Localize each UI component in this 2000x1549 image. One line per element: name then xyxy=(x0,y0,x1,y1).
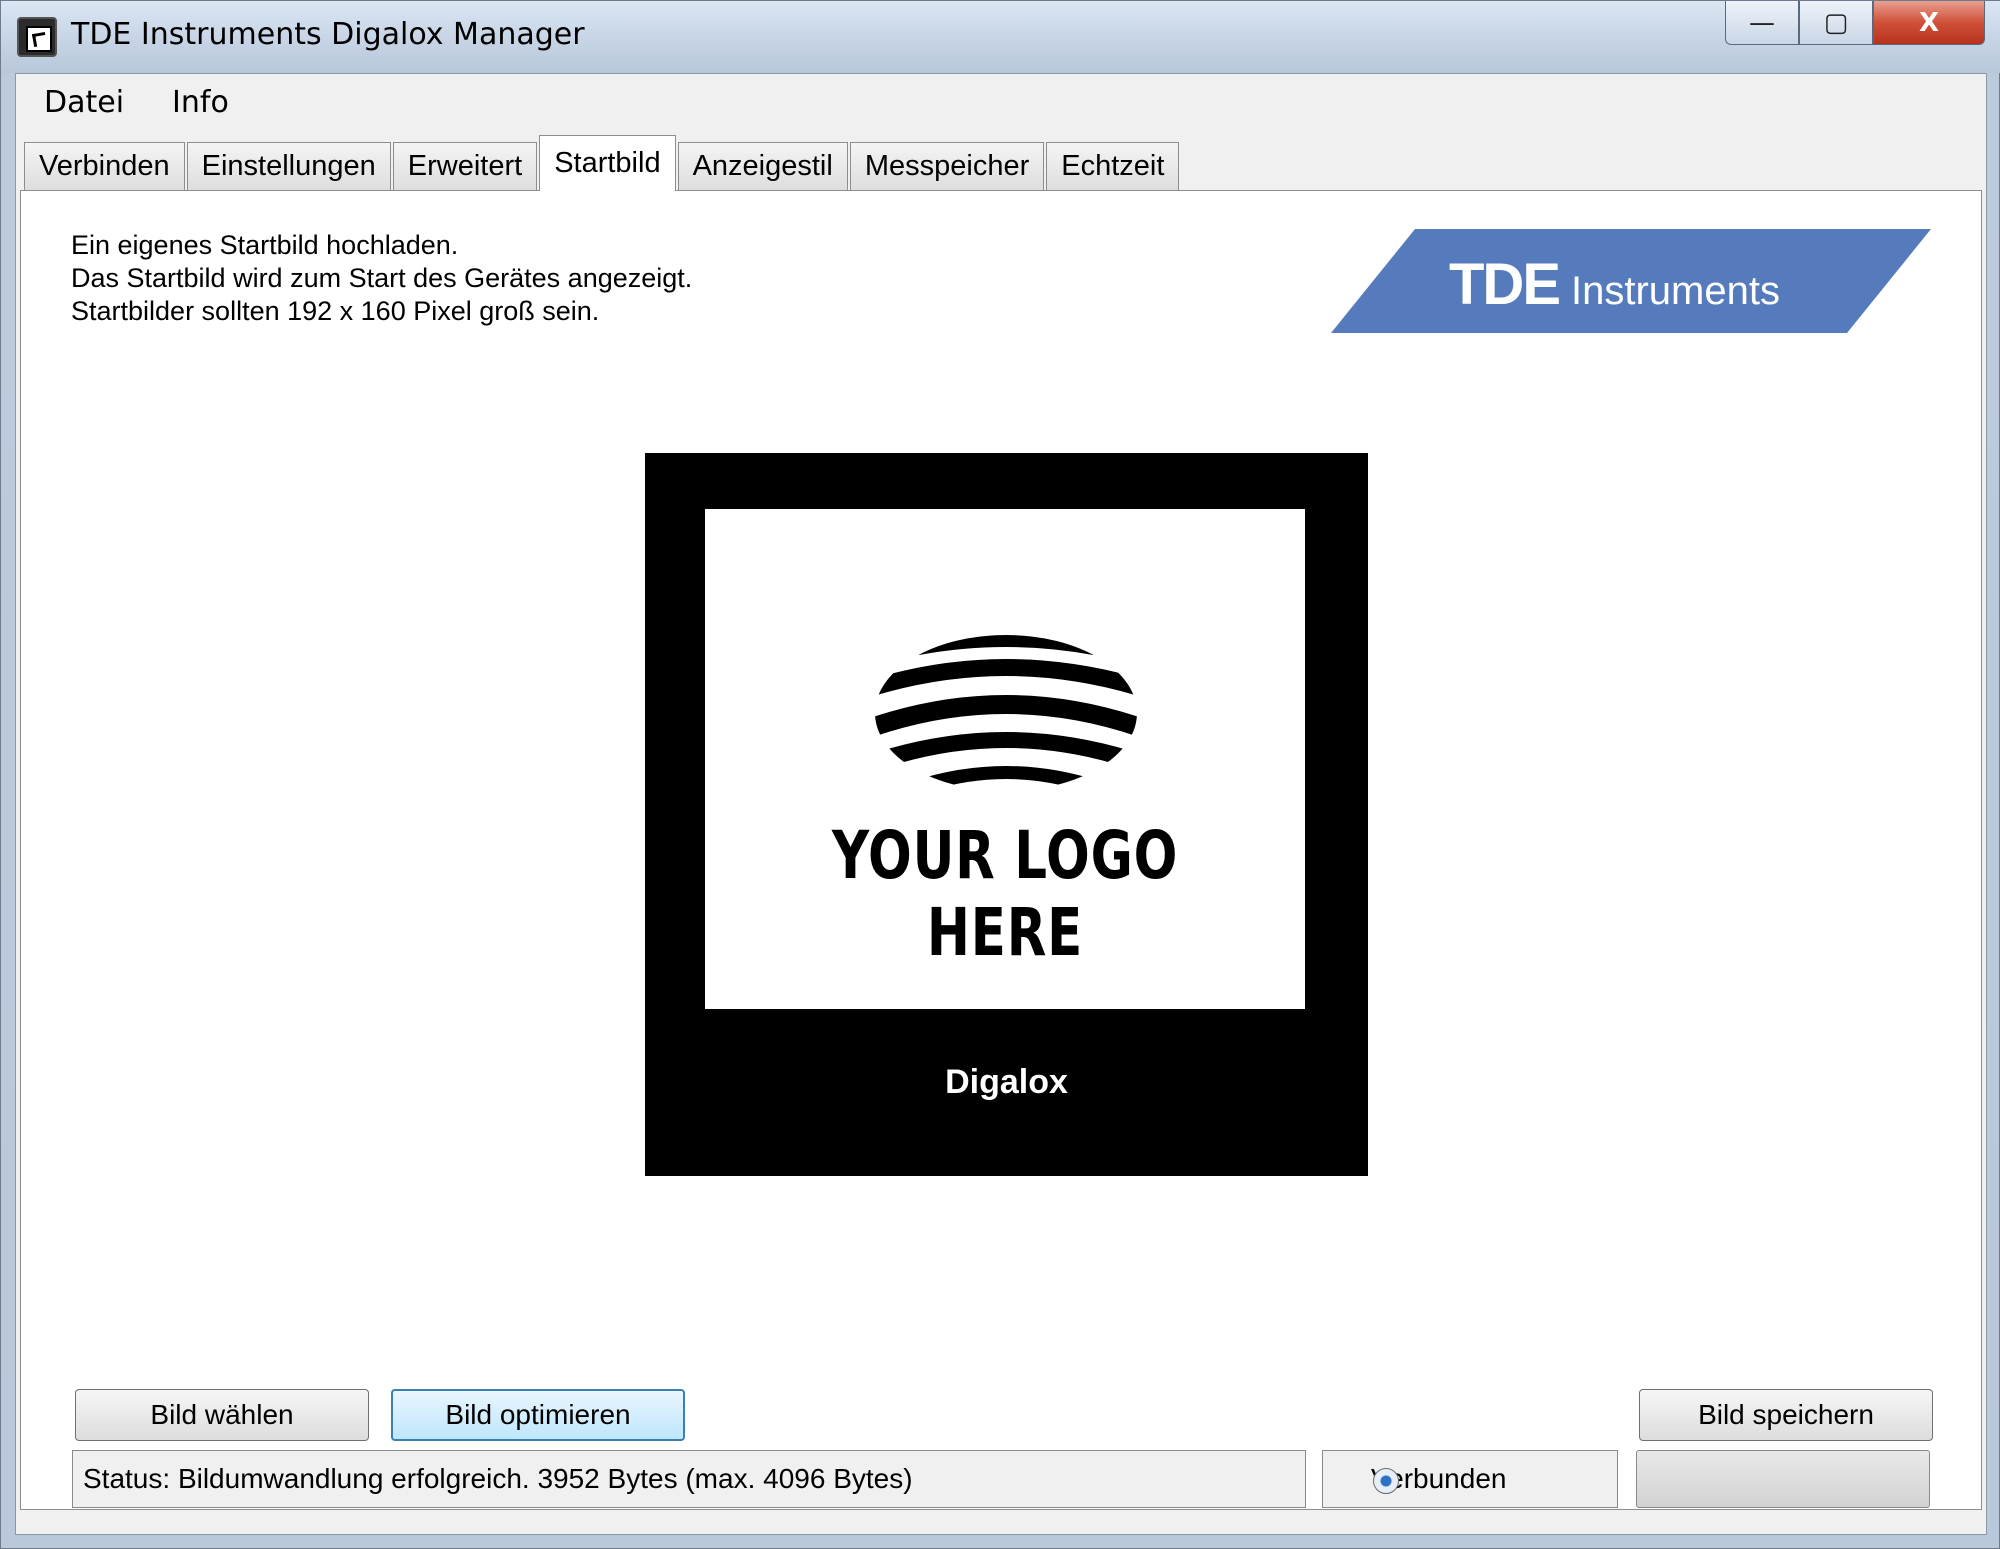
tde-logo-text: TDE Instruments xyxy=(1449,251,1780,318)
tde-logo-bold: TDE xyxy=(1449,252,1561,317)
close-button[interactable]: X xyxy=(1873,1,1985,45)
connection-status: Verbunden xyxy=(1322,1450,1618,1508)
app-icon[interactable] xyxy=(17,17,57,57)
device-name-label: Digalox xyxy=(945,1063,1068,1101)
intro-line-2: Das Startbild wird zum Start des Gerätes… xyxy=(71,263,693,293)
menu-bar: Datei Info xyxy=(16,74,1986,130)
progress-bar xyxy=(1636,1450,1930,1508)
tab-verbinden[interactable]: Verbinden xyxy=(24,142,185,190)
connection-radio-icon xyxy=(1373,1468,1399,1494)
tde-logo-rest: Instruments xyxy=(1571,269,1780,313)
app-window: TDE Instruments Digalox Manager — ▢ X Da… xyxy=(0,0,2000,1549)
client-area: Datei Info Verbinden Einstellungen Erwei… xyxy=(15,73,1987,1535)
maximize-button[interactable]: ▢ xyxy=(1799,1,1873,45)
status-bar: Status: Bildumwandlung erfolgreich. 3952… xyxy=(16,1438,1986,1518)
preview-image-area: YOUR LOGO HERE xyxy=(705,509,1305,1009)
tab-startbild[interactable]: Startbild xyxy=(539,135,676,191)
logo-placeholder-text: YOUR LOGO HERE xyxy=(831,817,1179,971)
menu-datei[interactable]: Datei xyxy=(44,85,124,120)
optimize-image-button[interactable]: Bild optimieren xyxy=(391,1389,685,1441)
globe-logo-icon xyxy=(875,635,1137,791)
tab-messpeicher[interactable]: Messpeicher xyxy=(849,142,1045,190)
startbild-preview: YOUR LOGO HERE Digalox xyxy=(645,453,1368,1176)
tab-einstellungen[interactable]: Einstellungen xyxy=(186,142,391,190)
save-image-button[interactable]: Bild speichern xyxy=(1639,1389,1933,1441)
tab-strip: Verbinden Einstellungen Erweitert Startb… xyxy=(24,135,1181,191)
tab-anzeigestil[interactable]: Anzeigestil xyxy=(677,142,848,190)
title-bar[interactable]: TDE Instruments Digalox Manager — ▢ X xyxy=(1,1,2000,73)
minimize-button[interactable]: — xyxy=(1725,1,1799,45)
menu-info[interactable]: Info xyxy=(172,85,229,120)
startbild-panel: Ein eigenes Startbild hochladen. Das Sta… xyxy=(20,190,1982,1510)
tab-erweitert[interactable]: Erweitert xyxy=(392,142,538,190)
status-text: Status: Bildumwandlung erfolgreich. 3952… xyxy=(72,1450,1306,1508)
tab-echtzeit[interactable]: Echtzeit xyxy=(1046,142,1180,190)
caption-buttons: — ▢ X xyxy=(1725,1,1985,45)
intro-text: Ein eigenes Startbild hochladen. Das Sta… xyxy=(71,229,692,328)
intro-line-1: Ein eigenes Startbild hochladen. xyxy=(71,230,459,260)
window-title: TDE Instruments Digalox Manager xyxy=(71,17,585,52)
intro-line-3: Startbilder sollten 192 x 160 Pixel groß… xyxy=(71,296,600,326)
choose-image-button[interactable]: Bild wählen xyxy=(75,1389,369,1441)
